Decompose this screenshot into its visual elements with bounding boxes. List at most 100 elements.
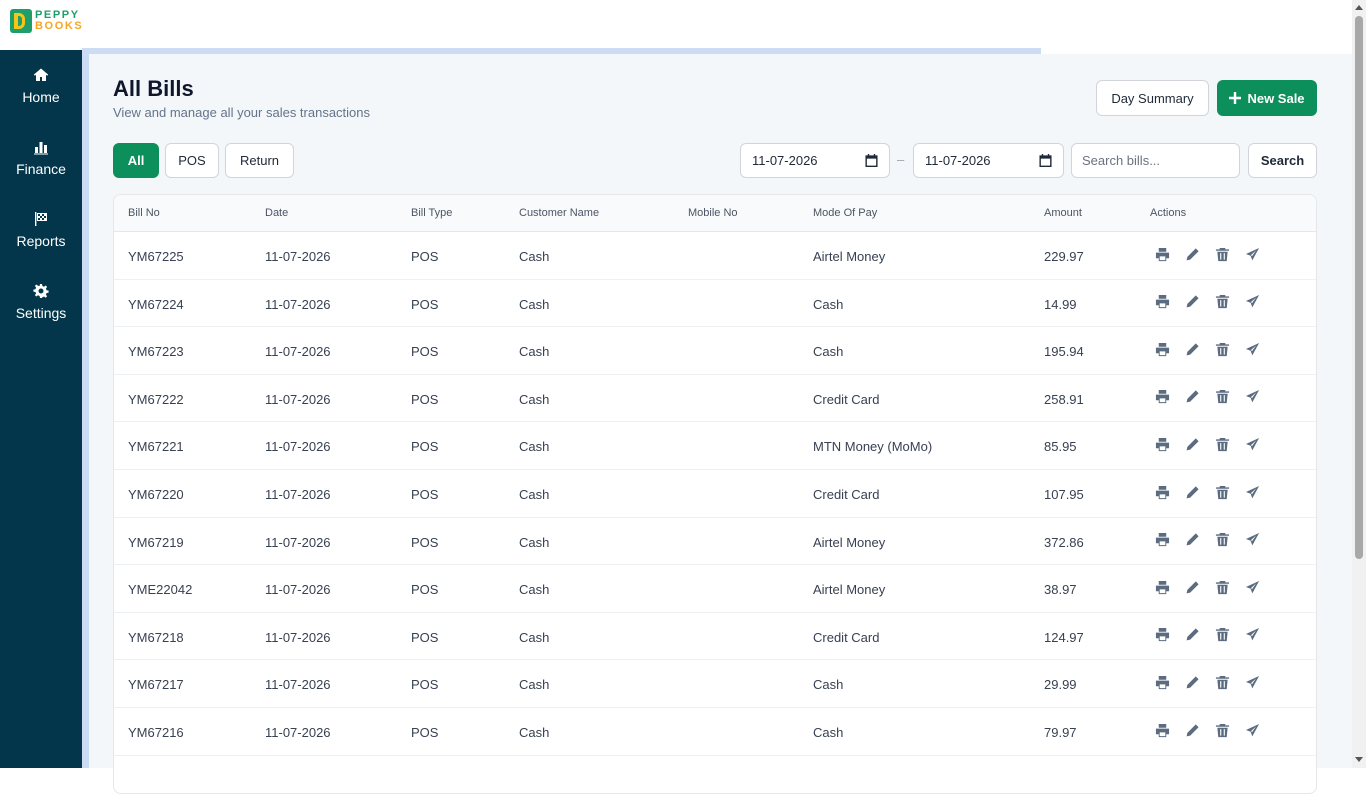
print-button[interactable]	[1154, 722, 1170, 738]
sidebar-item-home[interactable]: Home	[0, 50, 82, 122]
delete-button[interactable]	[1214, 341, 1230, 357]
delete-button[interactable]	[1214, 484, 1230, 500]
print-icon	[1155, 675, 1169, 689]
delete-button[interactable]	[1214, 246, 1230, 262]
cell-mode-of-pay: Cash	[813, 344, 844, 360]
edit-button[interactable]	[1184, 532, 1200, 548]
send-icon	[1245, 533, 1259, 546]
print-button[interactable]	[1154, 341, 1170, 357]
send-button[interactable]	[1244, 389, 1260, 405]
table-row[interactable]: YM67217 11-07-2026 POS Cash Cash 29.99	[114, 660, 1316, 708]
edit-button[interactable]	[1184, 579, 1200, 595]
date-from-input[interactable]: 11-07-2026	[740, 143, 890, 178]
tab-all[interactable]: All	[113, 143, 159, 178]
edit-icon	[1186, 343, 1199, 356]
delete-button[interactable]	[1214, 627, 1230, 643]
send-button[interactable]	[1244, 722, 1260, 738]
print-button[interactable]	[1154, 579, 1170, 595]
print-button[interactable]	[1154, 484, 1170, 500]
edit-button[interactable]	[1184, 436, 1200, 452]
new-sale-button[interactable]: New Sale	[1217, 80, 1317, 116]
send-button[interactable]	[1244, 579, 1260, 595]
scrollbar-thumb[interactable]	[1355, 16, 1363, 559]
delete-button[interactable]	[1214, 389, 1230, 405]
send-button[interactable]	[1244, 627, 1260, 643]
delete-button[interactable]	[1214, 532, 1230, 548]
send-button[interactable]	[1244, 484, 1260, 500]
column-header-bill-no: Bill No	[128, 207, 160, 219]
sidebar-item-finance[interactable]: Finance	[0, 122, 82, 194]
send-button[interactable]	[1244, 674, 1260, 690]
send-button[interactable]	[1244, 532, 1260, 548]
delete-icon	[1215, 533, 1229, 547]
edit-button[interactable]	[1184, 627, 1200, 643]
delete-icon	[1215, 580, 1229, 594]
send-button[interactable]	[1244, 246, 1260, 262]
cell-bill-no: YM67220	[128, 487, 184, 502]
cell-customer-name: Cash	[519, 629, 550, 645]
send-button[interactable]	[1244, 341, 1260, 357]
cell-bill-type: POS	[411, 249, 439, 264]
sidebar-item-reports[interactable]: Reports	[0, 194, 82, 266]
sidebar-item-settings[interactable]: Settings	[0, 266, 82, 338]
send-button[interactable]	[1244, 436, 1260, 452]
print-button[interactable]	[1154, 627, 1170, 643]
search-button[interactable]: Search	[1248, 143, 1317, 178]
table-row[interactable]: YM67222 11-07-2026 POS Cash Credit Card 258.9…	[114, 375, 1316, 423]
print-icon	[1155, 295, 1169, 309]
edit-button[interactable]	[1184, 294, 1200, 310]
column-header-mode-of-pay: Mode Of Pay	[813, 207, 878, 219]
print-button[interactable]	[1154, 532, 1170, 548]
table-row[interactable]: YM67224 11-07-2026 POS Cash Cash 14.99	[114, 280, 1316, 328]
print-button[interactable]	[1154, 246, 1170, 262]
edit-button[interactable]	[1184, 389, 1200, 405]
edit-button[interactable]	[1184, 246, 1200, 262]
tab-pos[interactable]: POS	[165, 143, 219, 178]
cell-amount: 85.95	[1044, 439, 1077, 455]
table-row[interactable]: YME22042 11-07-2026 POS Cash Airtel Money 38.…	[114, 565, 1316, 613]
print-icon	[1155, 437, 1169, 451]
delete-button[interactable]	[1214, 674, 1230, 690]
print-button[interactable]	[1154, 436, 1170, 452]
day-summary-button[interactable]: Day Summary	[1096, 80, 1209, 116]
cell-bill-type: POS	[411, 296, 439, 312]
edit-button[interactable]	[1184, 674, 1200, 690]
print-button[interactable]	[1154, 294, 1170, 310]
cell-customer-name: Cash	[519, 344, 550, 360]
print-button[interactable]	[1154, 389, 1170, 405]
scroll-up-arrow-icon[interactable]	[1355, 5, 1363, 10]
page-scrollbar[interactable]	[1352, 0, 1366, 768]
table-row[interactable]: YM67225 11-07-2026 POS Cash Airtel Money 229.…	[114, 232, 1316, 280]
edit-button[interactable]	[1184, 484, 1200, 500]
row-actions	[1154, 484, 1274, 500]
tab-return[interactable]: Return	[225, 143, 294, 178]
cell-amount: 79.97	[1044, 725, 1077, 740]
table-row[interactable]: YM67221 11-07-2026 POS Cash MTN Money (MoMo)…	[114, 422, 1316, 470]
app-logo[interactable]: PEPPY BOOKS	[10, 9, 83, 33]
scroll-down-arrow-icon[interactable]	[1355, 757, 1363, 762]
cell-amount: 195.94	[1044, 344, 1084, 360]
edit-button[interactable]	[1184, 722, 1200, 738]
delete-button[interactable]	[1214, 436, 1230, 452]
print-button[interactable]	[1154, 674, 1170, 690]
cell-amount: 14.99	[1044, 296, 1077, 312]
send-button[interactable]	[1244, 294, 1260, 310]
table-row[interactable]: YM67216 11-07-2026 POS Cash Cash 79.97	[114, 708, 1316, 756]
date-to-input[interactable]: 11-07-2026	[913, 143, 1064, 178]
delete-button[interactable]	[1214, 294, 1230, 310]
cell-customer-name: Cash	[519, 391, 550, 407]
delete-button[interactable]	[1214, 722, 1230, 738]
delete-button[interactable]	[1214, 579, 1230, 595]
table-row[interactable]: YM67218 11-07-2026 POS Cash Credit Card 124.9…	[114, 613, 1316, 661]
gear-icon	[33, 284, 49, 298]
flag-checkered-icon	[35, 212, 47, 226]
table-row[interactable]: YM67223 11-07-2026 POS Cash Cash 195.94	[114, 327, 1316, 375]
edit-button[interactable]	[1184, 341, 1200, 357]
table-row[interactable]: YM67220 11-07-2026 POS Cash Credit Card 107.9…	[114, 470, 1316, 518]
edit-icon	[1186, 581, 1199, 594]
search-input[interactable]: Search bills...	[1071, 143, 1240, 178]
delete-icon	[1215, 675, 1229, 689]
cell-amount: 107.95	[1044, 487, 1084, 502]
table-row[interactable]: YM67219 11-07-2026 POS Cash Airtel Money 372.…	[114, 518, 1316, 566]
page-title: All Bills	[113, 76, 194, 101]
